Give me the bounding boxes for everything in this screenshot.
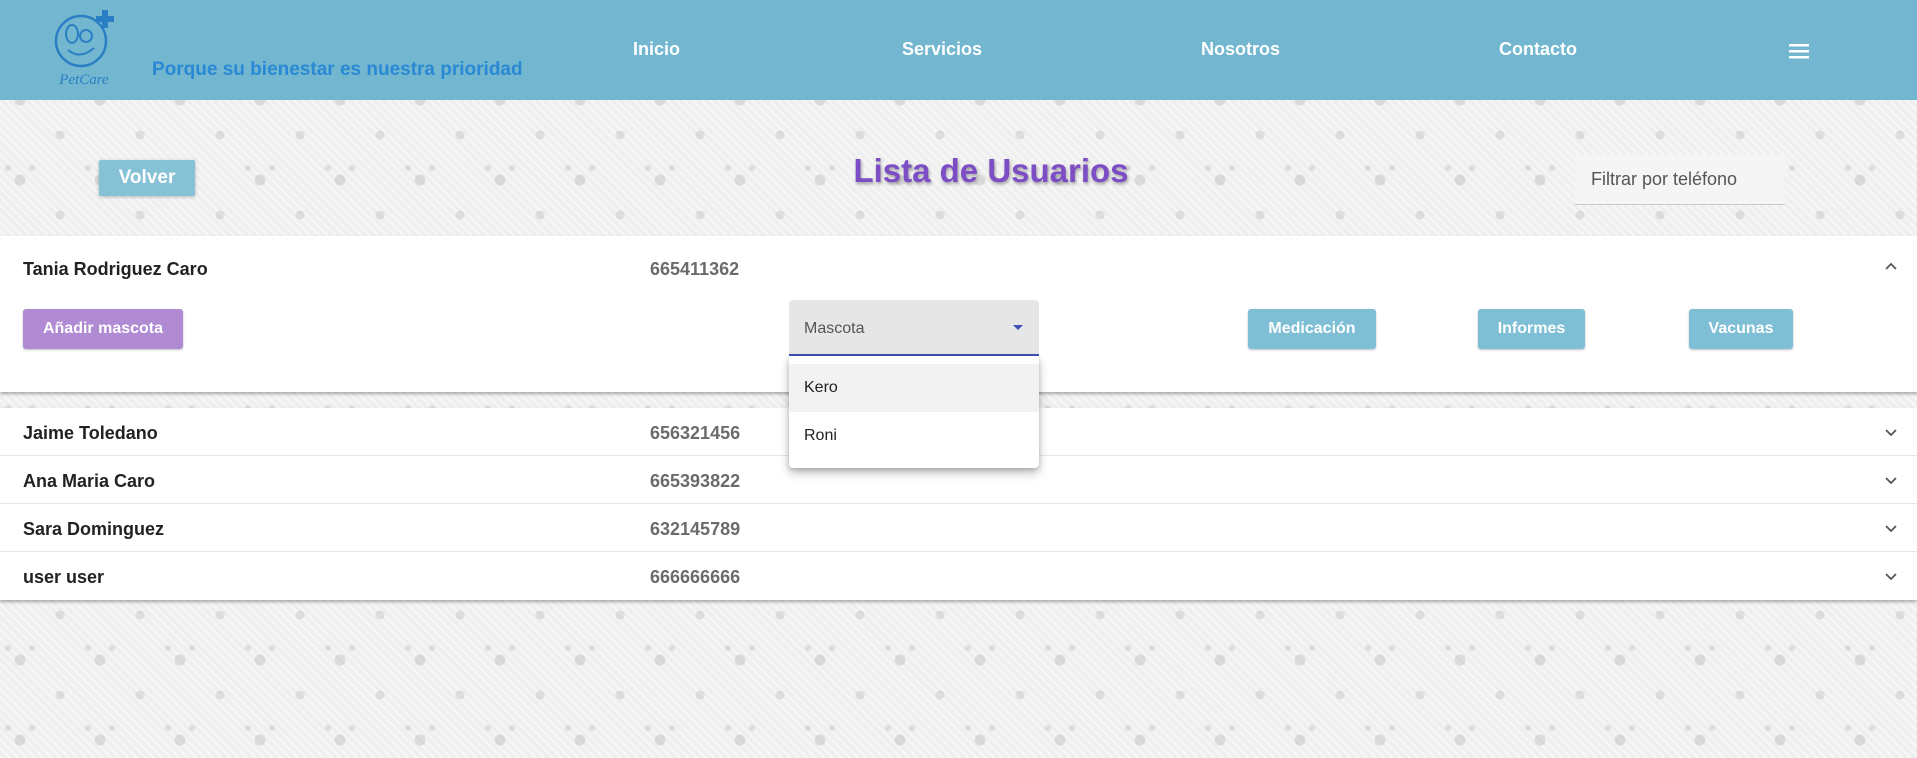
user-phone: 656321456 xyxy=(650,423,741,443)
user-name: Tania Rodriguez Caro xyxy=(23,259,208,279)
nav-link-inicio[interactable]: Inicio xyxy=(633,39,680,60)
user-phone: 665411362 xyxy=(650,259,740,279)
dropdown-arrow-icon xyxy=(1013,325,1023,330)
pet-option[interactable]: Kero xyxy=(789,364,1039,412)
user-name: Jaime Toledano xyxy=(23,423,158,443)
vaccines-button[interactable]: Vacunas xyxy=(1689,309,1793,349)
nav-link-contacto[interactable]: Contacto xyxy=(1499,39,1577,60)
user-row[interactable]: user user 666666666 xyxy=(0,552,1917,600)
logo-text: PetCare xyxy=(58,72,109,88)
navbar: PetCare Porque su bienestar es nuestra p… xyxy=(0,0,1917,100)
reports-button[interactable]: Informes xyxy=(1478,309,1585,349)
chevron-down-icon[interactable] xyxy=(1884,473,1898,487)
add-pet-button[interactable]: Añadir mascota xyxy=(23,309,183,349)
phone-filter-input[interactable] xyxy=(1575,155,1785,205)
nav-link-nosotros[interactable]: Nosotros xyxy=(1201,39,1280,60)
user-name: user user xyxy=(23,567,105,587)
user-phone: 666666666 xyxy=(650,567,741,587)
pet-select[interactable]: Mascota xyxy=(789,300,1039,356)
user-panel-header[interactable]: Tania Rodriguez Caro 665411362 xyxy=(0,236,1917,300)
pet-select-dropdown: Kero Roni xyxy=(789,356,1039,468)
tagline: Porque su bienestar es nuestra prioridad xyxy=(152,59,523,80)
chevron-down-icon[interactable] xyxy=(1884,569,1898,583)
chevron-down-icon[interactable] xyxy=(1884,425,1898,439)
pet-option[interactable]: Roni xyxy=(789,412,1039,460)
user-name: Sara Dominguez xyxy=(23,519,165,539)
medication-button[interactable]: Medicación xyxy=(1248,309,1376,349)
user-name: Ana Maria Caro xyxy=(23,471,156,491)
user-phone: 632145789 xyxy=(650,519,741,539)
chevron-down-icon[interactable] xyxy=(1884,521,1898,535)
petcare-logo[interactable]: PetCare xyxy=(48,8,123,90)
hamburger-menu-icon[interactable] xyxy=(1788,40,1810,62)
nav-link-servicios[interactable]: Servicios xyxy=(902,39,982,60)
chevron-up-icon[interactable] xyxy=(1884,260,1898,274)
pet-select-label: Mascota xyxy=(804,320,865,337)
user-row[interactable]: Sara Dominguez 632145789 xyxy=(0,504,1917,552)
user-phone: 665393822 xyxy=(650,471,741,491)
